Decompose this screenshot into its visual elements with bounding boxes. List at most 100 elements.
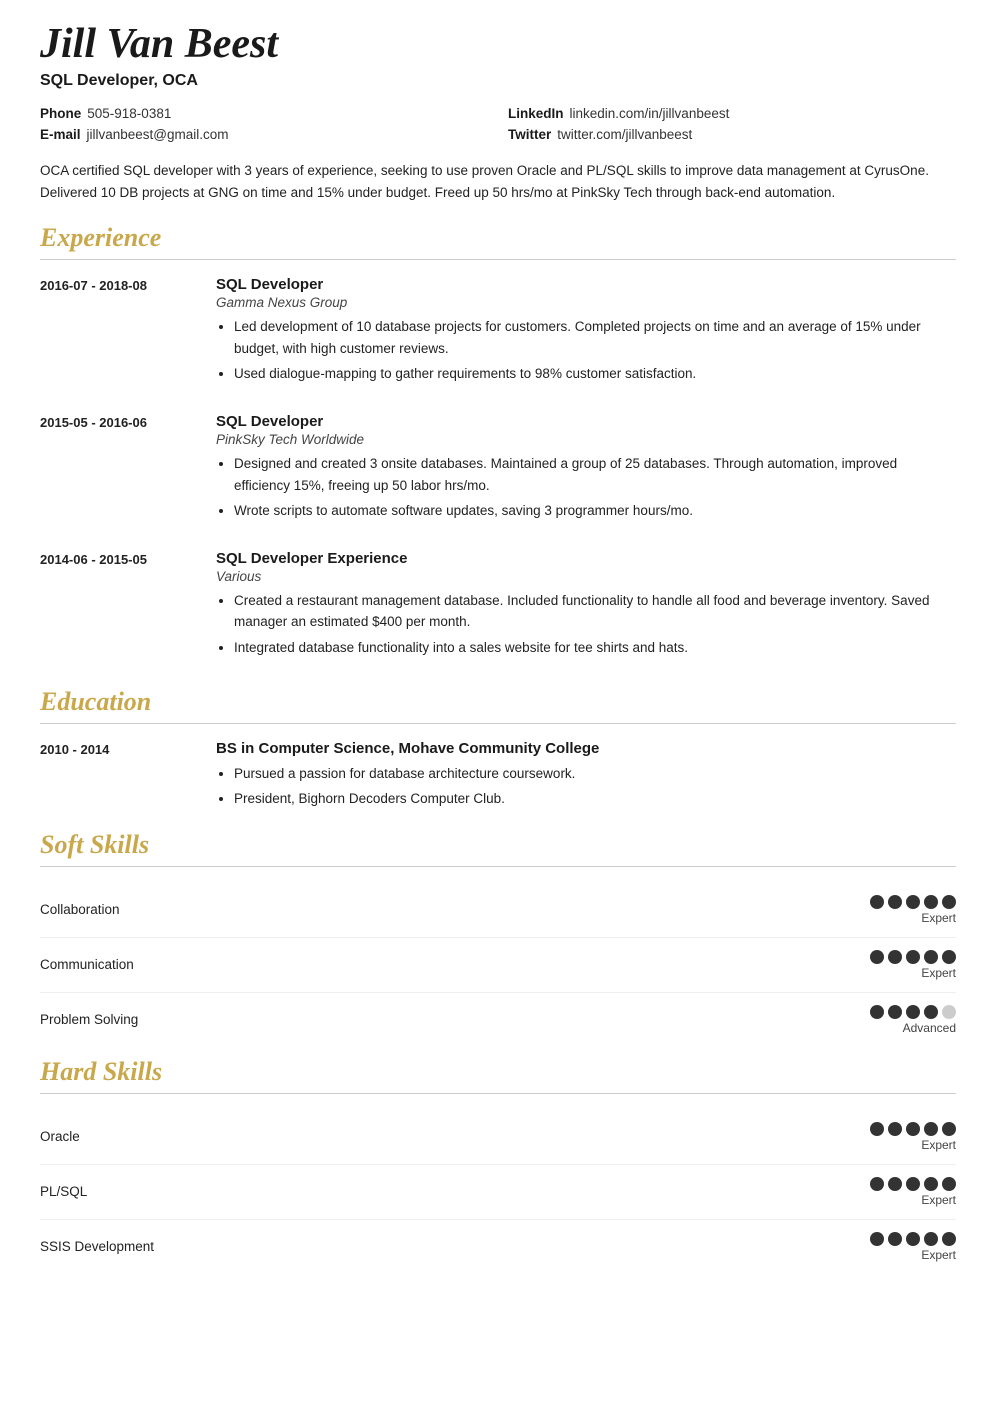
filled-dot	[924, 1122, 938, 1136]
skill-name: PL/SQL	[40, 1184, 200, 1199]
filled-dot	[906, 1177, 920, 1191]
filled-dot	[942, 950, 956, 964]
list-item: Created a restaurant management database…	[234, 590, 956, 633]
hard-skills-divider	[40, 1093, 956, 1094]
email-value: jillvanbeest@gmail.com	[87, 127, 229, 142]
filled-dot	[888, 895, 902, 909]
skill-dots	[870, 1177, 956, 1191]
experience-divider	[40, 259, 956, 260]
skill-row: OracleExpert	[40, 1110, 956, 1165]
skill-name: Communication	[40, 957, 200, 972]
exp-role-1: SQL Developer	[216, 276, 956, 293]
exp-company-1: Gamma Nexus Group	[216, 295, 956, 310]
exp-content-1: SQL Developer Gamma Nexus Group Led deve…	[216, 276, 956, 389]
exp-company-3: Various	[216, 569, 956, 584]
filled-dot	[942, 1177, 956, 1191]
filled-dot	[924, 1177, 938, 1191]
skill-row: PL/SQL Expert	[40, 1165, 956, 1220]
exp-content-3: SQL Developer Experience Various Created…	[216, 550, 956, 663]
filled-dot	[942, 1232, 956, 1246]
skill-dots	[870, 1232, 956, 1246]
skill-name: Problem Solving	[40, 1012, 200, 1027]
edu-date-1: 2010 - 2014	[40, 740, 200, 814]
skill-dots-container: Expert	[870, 1232, 956, 1262]
hard-skills-list: OracleExpertPL/SQLExpertSSIS Development…	[40, 1110, 956, 1274]
skill-level: Expert	[921, 911, 956, 925]
education-divider	[40, 723, 956, 724]
skill-row: Communication Expert	[40, 938, 956, 993]
experience-item-2: 2015-05 - 2016-06 SQL Developer PinkSky …	[40, 413, 956, 526]
filled-dot	[906, 950, 920, 964]
skill-dots-container: Expert	[870, 895, 956, 925]
summary: OCA certified SQL developer with 3 years…	[40, 160, 956, 203]
filled-dot	[870, 895, 884, 909]
filled-dot	[888, 1232, 902, 1246]
filled-dot	[924, 1005, 938, 1019]
exp-date-3: 2014-06 - 2015-05	[40, 550, 200, 663]
exp-date-2: 2015-05 - 2016-06	[40, 413, 200, 526]
name: Jill Van Beest	[40, 20, 956, 68]
soft-skills-list: Collaboration Expert Communication Expert Pr…	[40, 883, 956, 1047]
email-label: E-mail	[40, 127, 81, 142]
education-item-1: 2010 - 2014 BS in Computer Science, Moha…	[40, 740, 956, 814]
list-item: Used dialogue-mapping to gather requirem…	[234, 363, 956, 385]
linkedin-value: linkedin.com/in/jillvanbeest	[570, 106, 730, 121]
filled-dot	[906, 1232, 920, 1246]
contact-phone: Phone 505-918-0381	[40, 106, 488, 121]
exp-company-2: PinkSky Tech Worldwide	[216, 432, 956, 447]
skill-dots	[870, 1005, 956, 1019]
skill-dots-container: Advanced	[870, 1005, 956, 1035]
list-item: Wrote scripts to automate software updat…	[234, 500, 956, 522]
job-title: SQL Developer, OCA	[40, 72, 956, 90]
contact-email: E-mail jillvanbeest@gmail.com	[40, 127, 488, 142]
soft-skills-title: Soft Skills	[40, 830, 956, 860]
filled-dot	[888, 950, 902, 964]
list-item: Led development of 10 database projects …	[234, 316, 956, 359]
filled-dot	[906, 1122, 920, 1136]
filled-dot	[942, 895, 956, 909]
phone-value: 505-918-0381	[87, 106, 171, 121]
skill-dots-container: Expert	[870, 950, 956, 980]
experience-item-3: 2014-06 - 2015-05 SQL Developer Experien…	[40, 550, 956, 663]
filled-dot	[870, 1232, 884, 1246]
filled-dot	[942, 1122, 956, 1136]
filled-dot	[924, 950, 938, 964]
skill-level: Expert	[921, 1248, 956, 1262]
education-section: Education 2010 - 2014 BS in Computer Sci…	[40, 687, 956, 814]
filled-dot	[924, 895, 938, 909]
twitter-value: twitter.com/jillvanbeest	[557, 127, 692, 142]
list-item: President, Bighorn Decoders Computer Clu…	[234, 788, 956, 810]
empty-dot	[942, 1005, 956, 1019]
hard-skills-section: Hard Skills OracleExpertPL/SQLExpertSSIS…	[40, 1057, 956, 1274]
filled-dot	[888, 1005, 902, 1019]
linkedin-label: LinkedIn	[508, 106, 564, 121]
soft-skills-section: Soft Skills CollaborationExpertCommunica…	[40, 830, 956, 1047]
skill-dots	[870, 895, 956, 909]
filled-dot	[906, 1005, 920, 1019]
exp-bullets-1: Led development of 10 database projects …	[216, 316, 956, 385]
skill-dots	[870, 950, 956, 964]
filled-dot	[888, 1122, 902, 1136]
list-item: Integrated database functionality into a…	[234, 637, 956, 659]
skill-dots-container: Expert	[870, 1122, 956, 1152]
soft-skills-divider	[40, 866, 956, 867]
exp-bullets-2: Designed and created 3 onsite databases.…	[216, 453, 956, 522]
exp-content-2: SQL Developer PinkSky Tech Worldwide Des…	[216, 413, 956, 526]
edu-content-1: BS in Computer Science, Mohave Community…	[216, 740, 956, 814]
contact-twitter: Twitter twitter.com/jillvanbeest	[508, 127, 956, 142]
exp-date-1: 2016-07 - 2018-08	[40, 276, 200, 389]
skill-name: Collaboration	[40, 902, 200, 917]
contact-grid: Phone 505-918-0381 LinkedIn linkedin.com…	[40, 106, 956, 142]
skill-level: Expert	[921, 1193, 956, 1207]
filled-dot	[870, 950, 884, 964]
edu-degree-1: BS in Computer Science, Mohave Community…	[216, 740, 956, 757]
education-title: Education	[40, 687, 956, 717]
filled-dot	[870, 1122, 884, 1136]
edu-bullets-1: Pursued a passion for database architect…	[216, 763, 956, 810]
skill-row: Collaboration Expert	[40, 883, 956, 938]
exp-role-3: SQL Developer Experience	[216, 550, 956, 567]
filled-dot	[870, 1005, 884, 1019]
filled-dot	[870, 1177, 884, 1191]
filled-dot	[888, 1177, 902, 1191]
twitter-label: Twitter	[508, 127, 551, 142]
